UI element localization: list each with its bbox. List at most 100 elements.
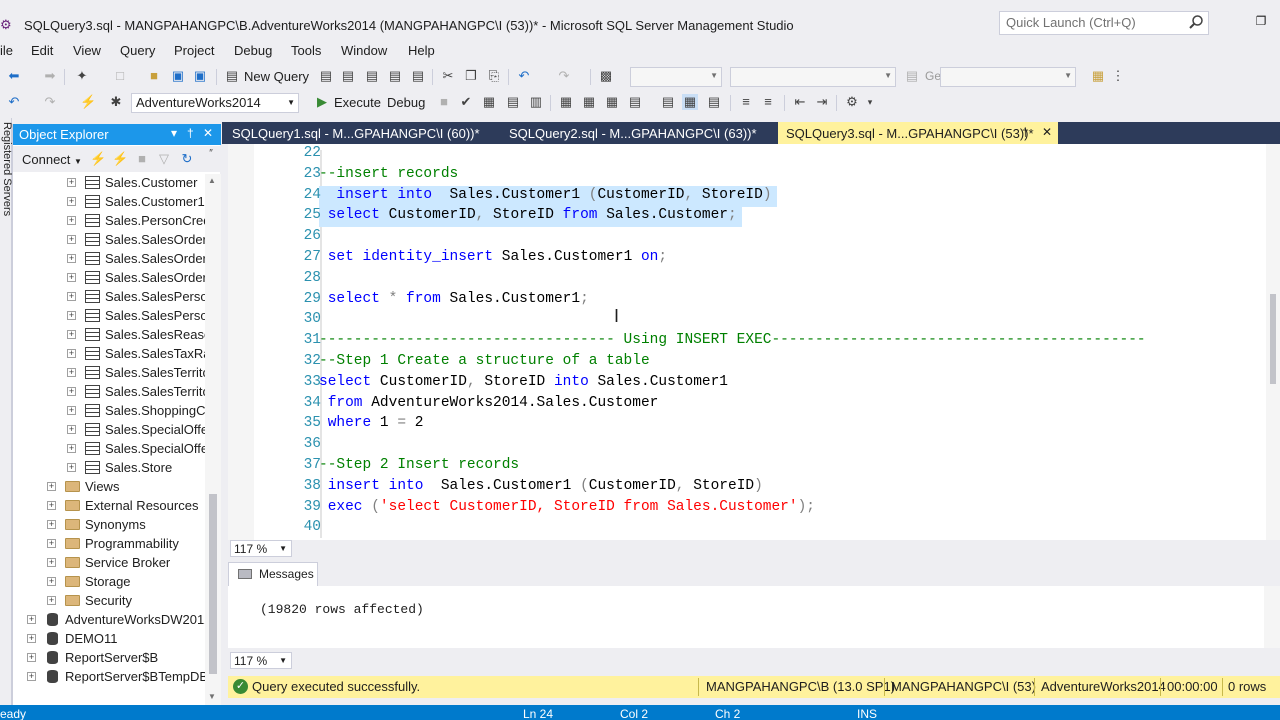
code-line[interactable]: 25 select CustomerID, StoreID from Sales… (228, 206, 1268, 228)
expand-icon[interactable]: + (67, 368, 76, 377)
menu-window[interactable]: Window (341, 43, 387, 58)
expand-icon[interactable]: + (67, 406, 76, 415)
xmla-query-icon[interactable]: ▤ (387, 68, 403, 84)
mdx-query-icon[interactable]: ▤ (340, 68, 356, 84)
expand-icon[interactable]: + (67, 425, 76, 434)
close-icon[interactable]: ✕ (203, 126, 213, 140)
display-plan-icon[interactable]: ▦ (481, 94, 497, 110)
disconnect-icon[interactable]: ⚡ (112, 151, 128, 167)
menu-query[interactable]: Query (120, 43, 155, 58)
refresh-icon[interactable]: ↻ (179, 151, 195, 167)
messages-scrollbar[interactable] (1264, 586, 1280, 648)
results-zoom-select[interactable]: 117 % ▼ (230, 652, 292, 669)
pin-icon[interactable]: † (187, 126, 194, 140)
available-databases-select[interactable]: AdventureWorks2014 ▼ (131, 93, 299, 113)
connect-button[interactable]: Connect ▼ (22, 152, 82, 167)
properties-icon[interactable]: ▦ (1090, 68, 1106, 84)
scroll-down-icon[interactable]: ▼ (208, 692, 216, 701)
comment-lines-icon[interactable]: ≡ (738, 94, 754, 110)
tab-messages[interactable]: Messages (228, 562, 318, 586)
expand-icon[interactable]: + (27, 634, 36, 643)
expand-icon[interactable]: + (67, 387, 76, 396)
code-line[interactable]: 33 select CustomerID, StoreID into Sales.… (228, 373, 1268, 394)
tab-sqlquery2[interactable]: SQLQuery2.sql - M...GPAHANGPC\I (63))* (501, 122, 765, 144)
debug-button[interactable]: Debug (387, 95, 425, 110)
collapse-all-icon[interactable]: ″ (203, 146, 219, 162)
expand-icon[interactable]: + (67, 292, 76, 301)
activity-monitor-icon[interactable]: ▩ (598, 68, 614, 84)
results-to-grid-icon[interactable]: ▦ (682, 94, 698, 110)
expand-icon[interactable]: + (67, 349, 76, 358)
client-stats-icon[interactable]: ▤ (627, 94, 643, 110)
change-connection-icon[interactable]: ✱ (108, 94, 124, 110)
toolbar-options-icon[interactable]: ▾ (862, 94, 878, 110)
results-to-text-icon[interactable]: ▤ (660, 94, 676, 110)
quick-launch-input[interactable]: Quick Launch (Ctrl+Q) (999, 11, 1209, 35)
expand-icon[interactable]: + (47, 520, 56, 529)
menu-help[interactable]: Help (408, 43, 435, 58)
expand-icon[interactable]: + (67, 330, 76, 339)
expand-icon[interactable]: + (47, 577, 56, 586)
toolbar-options-icon[interactable]: ⋮ (1110, 68, 1126, 84)
live-stats-icon[interactable]: ▦ (604, 94, 620, 110)
find-in-files-icon[interactable]: ▤ (904, 68, 920, 84)
code-line[interactable]: 23 --insert records (228, 165, 1268, 186)
save-icon[interactable]: ▣ (170, 68, 186, 84)
code-line[interactable]: 27 set identity_insert Sales.Customer1 o… (228, 248, 1268, 269)
code-line[interactable]: 39 exec ('select CustomerID, StoreID fro… (228, 498, 1268, 519)
redo-icon[interactable]: ↷ (42, 94, 58, 110)
expand-icon[interactable]: + (67, 197, 76, 206)
forward-icon[interactable]: ➡ (42, 68, 58, 84)
execute-icon[interactable]: ▶ (314, 94, 330, 110)
code-line[interactable]: 34 from AdventureWorks2014.Sales.Custome… (228, 394, 1268, 415)
code-line[interactable]: 38 insert into Sales.Customer1 (Customer… (228, 477, 1268, 498)
query-designer-icon[interactable]: ▤ (505, 94, 521, 110)
increase-indent-icon[interactable]: ⇥ (814, 94, 830, 110)
cancel-query-icon[interactable]: ■ (436, 94, 452, 110)
code-line[interactable]: 31 ---------------------------------- Usi… (228, 331, 1268, 352)
menu-project[interactable]: Project (174, 43, 214, 58)
menu-edit[interactable]: Edit (31, 43, 53, 58)
cut-icon[interactable]: ✂ (440, 68, 456, 84)
include-plan-icon[interactable]: ▦ (581, 94, 597, 110)
code-line[interactable]: 37 --Step 2 Insert records (228, 456, 1268, 477)
new-query-icon[interactable]: ▤ (224, 68, 240, 84)
specify-values-icon[interactable]: ▥ (528, 94, 544, 110)
new-query-button[interactable]: New Query (244, 69, 309, 84)
menu-tools[interactable]: Tools (291, 43, 321, 58)
registered-servers-strip[interactable]: Registered Servers (0, 118, 13, 705)
code-line[interactable]: 40 (228, 518, 1268, 539)
expand-icon[interactable]: + (67, 178, 76, 187)
code-line[interactable]: 30 (228, 310, 1268, 331)
stop-icon[interactable]: ■ (134, 151, 150, 167)
expand-icon[interactable]: + (27, 672, 36, 681)
open-file-icon[interactable]: ■ (146, 68, 162, 84)
pin-tab-icon[interactable]: † (1022, 125, 1029, 139)
expand-icon[interactable]: + (67, 273, 76, 282)
connect-plug-icon[interactable]: ⚡ (90, 151, 106, 167)
expand-icon[interactable]: + (67, 235, 76, 244)
expand-icon[interactable]: + (47, 539, 56, 548)
code-line[interactable]: 24 insert into Sales.Customer1 (Customer… (228, 185, 1268, 207)
expand-icon[interactable]: + (47, 482, 56, 491)
menu-file[interactable]: ile (0, 43, 13, 58)
solution-config-combo[interactable]: ▼ (630, 67, 722, 87)
undo-icon[interactable]: ↶ (516, 68, 532, 84)
editor-zoom-select[interactable]: 117 % ▼ (230, 540, 292, 557)
specify-template-icon[interactable]: ⚙ (844, 94, 860, 110)
dmx-query-icon[interactable]: ▤ (364, 68, 380, 84)
object-explorer-scrollbar[interactable]: ▲ ▼ (205, 174, 221, 705)
new-project-icon[interactable]: ✦ (74, 68, 90, 84)
messages-pane[interactable]: (19820 rows affected) (228, 586, 1264, 648)
tab-sqlquery1[interactable]: SQLQuery1.sql - M...GPAHANGPC\I (60))* (224, 122, 488, 144)
back-icon[interactable]: ⬅ (6, 68, 22, 84)
menu-view[interactable]: View (73, 43, 101, 58)
restore-window-icon[interactable]: ❐ (1252, 14, 1270, 32)
connect-icon[interactable]: ⚡ (80, 94, 96, 110)
execute-button[interactable]: Execute (334, 95, 381, 110)
copy-icon[interactable]: ❐ (463, 68, 479, 84)
expand-icon[interactable]: + (47, 596, 56, 605)
database-engine-query-icon[interactable]: ▤ (318, 68, 334, 84)
decrease-indent-icon[interactable]: ⇤ (792, 94, 808, 110)
expand-icon[interactable]: + (67, 311, 76, 320)
